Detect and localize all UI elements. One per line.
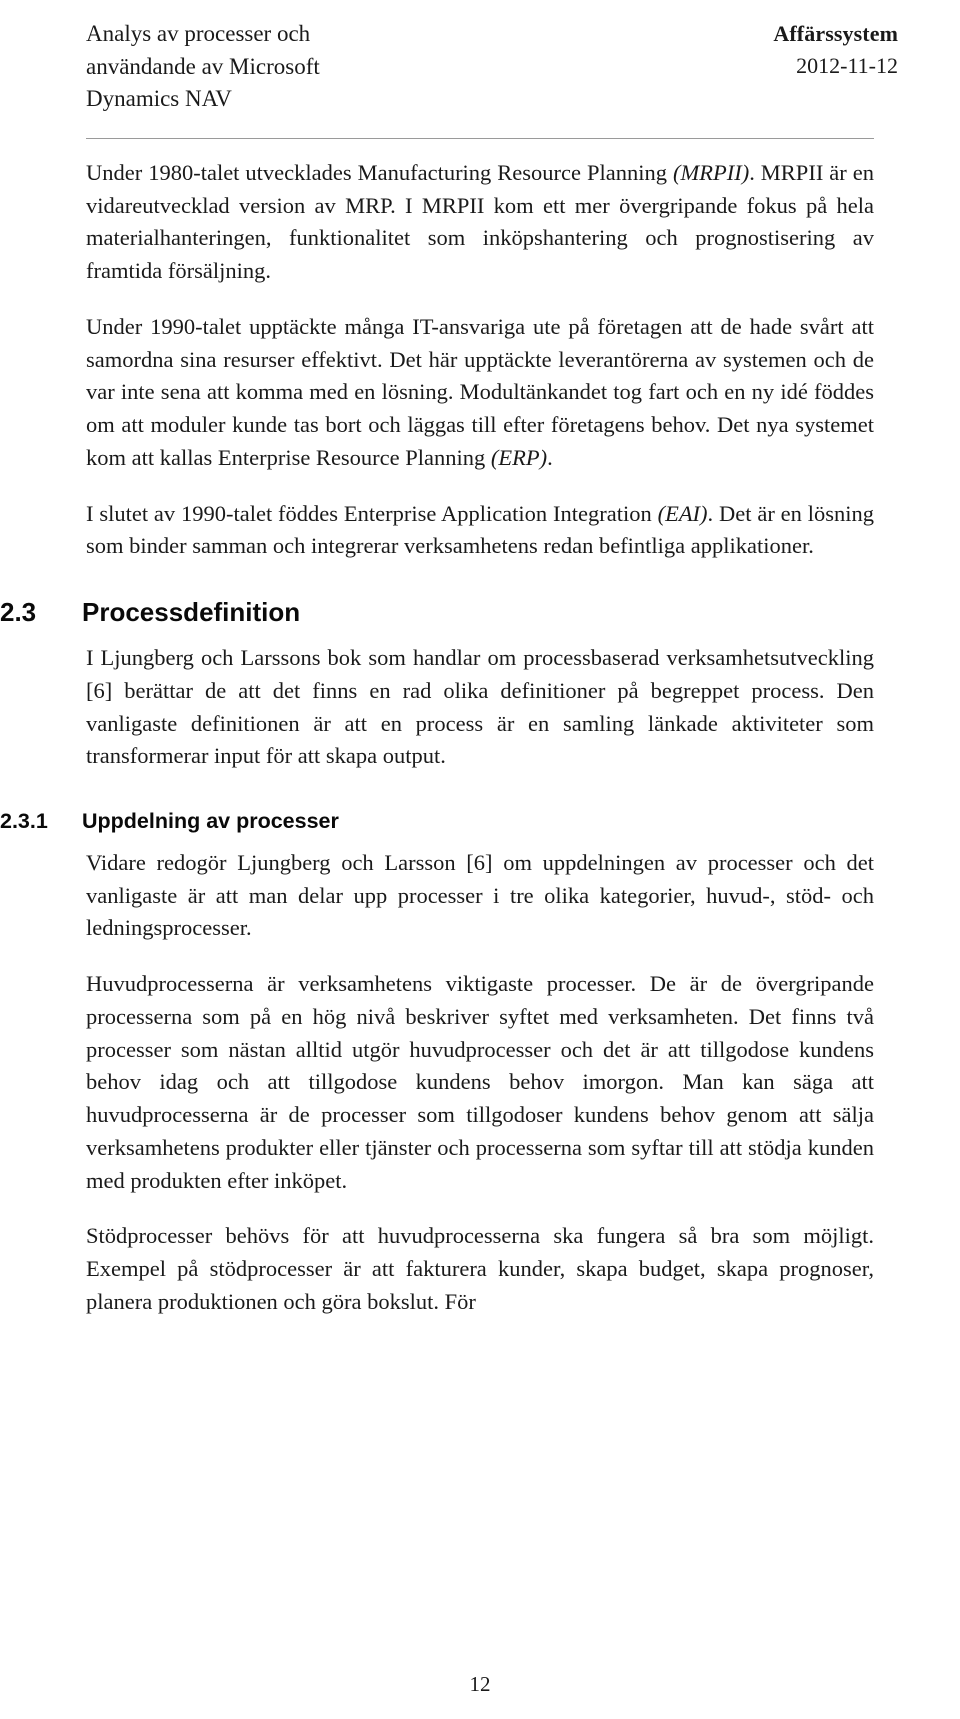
- heading-2-3-number: 2.3: [0, 597, 37, 628]
- paragraph-stodprocesser: Stödprocesser behövs för att huvudproces…: [86, 1223, 874, 1314]
- paragraph-eai: I slutet av 1990-talet föddes Enterprise…: [86, 498, 874, 563]
- document-title-line-1: Analys av processer och: [86, 21, 311, 46]
- paragraph-erp: Under 1990-talet upptäckte många IT-ansv…: [86, 311, 874, 475]
- paragraph-mrpii: Under 1980-talet utvecklades Manufacturi…: [86, 157, 874, 288]
- page-number: 12: [469, 1672, 491, 1696]
- page-content: Under 1980-talet utvecklades Manufacturi…: [0, 139, 960, 1319]
- paragraph-uppdelning: Vidare redogör Ljungberg och Larsson [6]…: [86, 849, 874, 941]
- paragraph-eai-part-1: I slutet av 1990-talet föddes Enterprise…: [86, 500, 658, 526]
- term-mrpii: (MRPII): [672, 159, 750, 185]
- header-meta: Affärssystem 2012-11-12: [773, 18, 898, 82]
- running-header: Analys av processer och användande av Mi…: [0, 0, 960, 116]
- heading-2-3: 2.3 Processdefinition: [0, 597, 874, 628]
- heading-2-3-1: 2.3.1 Uppdelning av processer: [0, 809, 874, 834]
- paragraph-mrpii-part-1: Under 1980-talet utvecklades Manufacturi…: [86, 159, 673, 185]
- heading-2-3-title: Processdefinition: [82, 597, 301, 628]
- heading-2-3-1-title: Uppdelning av processer: [82, 808, 339, 833]
- paragraph-erp-part-2: .: [547, 444, 553, 470]
- paragraph-erp-part-1: Under 1990-talet upptäckte många IT-ansv…: [86, 313, 874, 470]
- header-date: 2012-11-12: [796, 52, 898, 78]
- term-eai: (EAI): [657, 500, 708, 526]
- paragraph-processdefinition: I Ljungberg och Larssons bok som handlar…: [86, 645, 874, 769]
- term-erp: (ERP): [490, 444, 548, 470]
- document-title: Analys av processer och användande av Mi…: [86, 18, 320, 116]
- paragraph-huvudprocesser: Huvudprocesserna är verksamhetens viktig…: [86, 971, 874, 1193]
- document-page: Analys av processer och användande av Mi…: [0, 0, 960, 1719]
- heading-2-3-1-number: 2.3.1: [0, 808, 48, 833]
- header-subject: Affärssystem: [773, 21, 898, 46]
- document-title-line-2: användande av Microsoft: [86, 53, 320, 79]
- document-title-line-3: Dynamics NAV: [86, 86, 232, 112]
